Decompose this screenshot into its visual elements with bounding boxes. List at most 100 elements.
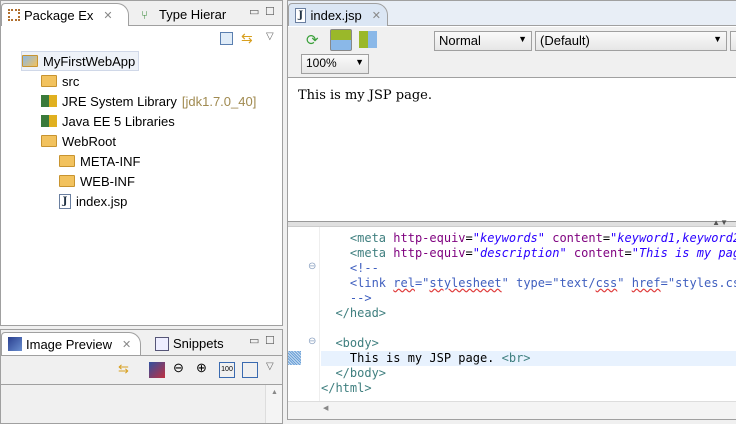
code-token: <link bbox=[349, 276, 394, 290]
close-icon[interactable]: ✕ bbox=[122, 338, 131, 351]
design-preview[interactable]: This is my JSP page. bbox=[288, 77, 736, 221]
code-token: </head> bbox=[335, 306, 387, 320]
font-select[interactable]: (Default) ▼ bbox=[535, 31, 727, 51]
zoom-out-icon[interactable]: ⊖ bbox=[173, 360, 189, 376]
maximize-icon[interactable]: ☐ bbox=[265, 5, 275, 18]
tree-item-label: MyFirstWebApp bbox=[43, 53, 136, 69]
code-token: "keyword1,keyword2,k bbox=[610, 231, 736, 245]
code-token: </html> bbox=[321, 381, 372, 395]
horizontal-scrollbar[interactable]: ◀ bbox=[288, 401, 736, 419]
image-preview-tabbar: Image Preview ✕ Snippets ▭ ☐ bbox=[1, 330, 282, 356]
vertical-split-icon[interactable] bbox=[359, 31, 377, 48]
code-token: </body> bbox=[335, 366, 387, 380]
minimize-icon[interactable]: ▭ bbox=[249, 5, 259, 18]
code-line: </head> bbox=[321, 306, 736, 321]
code-token: href bbox=[631, 276, 661, 290]
zoom-in-icon[interactable]: ⊕ bbox=[196, 360, 212, 376]
image-preview-canvas: ▲ bbox=[1, 384, 282, 423]
code-token: rel bbox=[393, 276, 415, 290]
web-project-icon bbox=[22, 55, 38, 67]
tree-item[interactable]: src bbox=[41, 71, 79, 91]
package-explorer-tabbar: Package Ex ✕ ⑂ Type Hierar ▭ ☐ bbox=[1, 1, 282, 26]
tab-snippets[interactable]: Snippets bbox=[149, 332, 230, 355]
folder-icon bbox=[59, 155, 75, 167]
code-token: <br> bbox=[501, 351, 531, 365]
tree-item-label: WEB-INF bbox=[80, 173, 135, 189]
code-line: <meta http-equiv="keywords" content="key… bbox=[321, 231, 736, 246]
tree-item-decoration: [jdk1.7.0_40] bbox=[181, 93, 257, 109]
tree-item[interactable]: MyFirstWebApp bbox=[21, 51, 140, 71]
hierarchy-icon: ⑂ bbox=[141, 7, 149, 22]
tree-item[interactable]: JRE System Library [jdk1.7.0_40] bbox=[41, 91, 256, 111]
tab-type-hierarchy[interactable]: ⑂ Type Hierar bbox=[135, 3, 232, 26]
code-token: <meta bbox=[349, 246, 394, 260]
code-line: This is my JSP page. <br> bbox=[321, 351, 736, 366]
code-token: "description" bbox=[472, 246, 567, 260]
paragraph-format-select[interactable]: Normal ▼ bbox=[434, 31, 532, 51]
code-token: http-equiv bbox=[393, 231, 466, 245]
view-menu-icon[interactable]: ▽ bbox=[266, 31, 282, 47]
code-token: ="styles.css" bbox=[660, 276, 736, 290]
code-line: <meta http-equiv="description" content="… bbox=[321, 246, 736, 261]
close-icon[interactable]: ✕ bbox=[372, 9, 381, 22]
tree-item[interactable]: META-INF bbox=[59, 151, 140, 171]
link-icon[interactable]: ⇆ bbox=[118, 361, 134, 377]
code-token: http-equiv bbox=[393, 246, 466, 260]
code-token: css bbox=[595, 276, 618, 290]
code-token: "keywords" bbox=[472, 231, 545, 245]
refresh-icon[interactable]: ⟳ bbox=[306, 31, 322, 49]
link-with-editor-icon[interactable]: ⇆ bbox=[241, 30, 257, 46]
tree-item-label: index.jsp bbox=[76, 193, 128, 209]
tab-image-preview[interactable]: Image Preview ✕ bbox=[1, 332, 141, 355]
view-menu-icon[interactable]: ▽ bbox=[266, 361, 282, 377]
code-area: <meta http-equiv="keywords" content="key… bbox=[321, 227, 736, 401]
minimize-icon[interactable]: ▭ bbox=[249, 334, 259, 347]
code-line: <body> bbox=[321, 336, 736, 351]
horizontal-split-icon[interactable] bbox=[330, 29, 352, 51]
tree-item[interactable]: Jindex.jsp bbox=[59, 191, 127, 211]
code-token: content bbox=[552, 231, 603, 245]
maximize-icon[interactable]: ☐ bbox=[265, 334, 275, 347]
actual-size-icon[interactable]: 100 bbox=[219, 362, 235, 378]
tree-item[interactable]: WEB-INF bbox=[59, 171, 135, 191]
code-token: = bbox=[465, 246, 473, 260]
source-folder-icon bbox=[41, 75, 57, 87]
fold-toggle-icon[interactable]: ⊖ bbox=[308, 261, 316, 272]
tree-item-label: Java EE 5 Libraries bbox=[62, 113, 175, 129]
vertical-scrollbar[interactable]: ▲ bbox=[265, 385, 282, 423]
code-token: =" bbox=[414, 276, 430, 290]
editor-gutter: ⊖ ⊖ bbox=[288, 227, 320, 401]
collapse-all-icon[interactable] bbox=[220, 32, 233, 45]
folder-icon bbox=[41, 135, 57, 147]
tree-item[interactable]: WebRoot bbox=[41, 131, 116, 151]
library-icon bbox=[41, 95, 57, 107]
code-token: <meta bbox=[349, 231, 394, 245]
font-size-select[interactable] bbox=[730, 31, 736, 51]
tab-index-jsp[interactable]: J index.jsp ✕ bbox=[288, 3, 388, 26]
fit-window-icon[interactable] bbox=[242, 362, 258, 378]
code-token: = bbox=[602, 231, 611, 245]
fold-toggle-icon[interactable]: ⊖ bbox=[308, 336, 316, 347]
tree-item[interactable]: Java EE 5 Libraries bbox=[41, 111, 175, 131]
fit-image-icon[interactable] bbox=[149, 362, 165, 378]
tree-item-label: JRE System Library bbox=[62, 93, 177, 109]
jsp-file-icon: J bbox=[59, 193, 71, 209]
code-token: "This is my page" bbox=[631, 246, 736, 260]
close-icon[interactable]: ✕ bbox=[103, 9, 112, 22]
tab-package-explorer[interactable]: Package Ex ✕ bbox=[1, 3, 129, 26]
image-icon bbox=[8, 337, 22, 351]
source-editor[interactable]: ⊖ ⊖ <meta http-equiv="keywords" content="… bbox=[288, 227, 736, 401]
tree-item-label: META-INF bbox=[80, 153, 141, 169]
zoom-select[interactable]: 100% ▼ bbox=[301, 54, 369, 74]
editor-toolbar: ⟳ Normal ▼ (Default) ▼ 100% ▼ bbox=[288, 27, 736, 77]
code-token: <body> bbox=[335, 336, 379, 350]
